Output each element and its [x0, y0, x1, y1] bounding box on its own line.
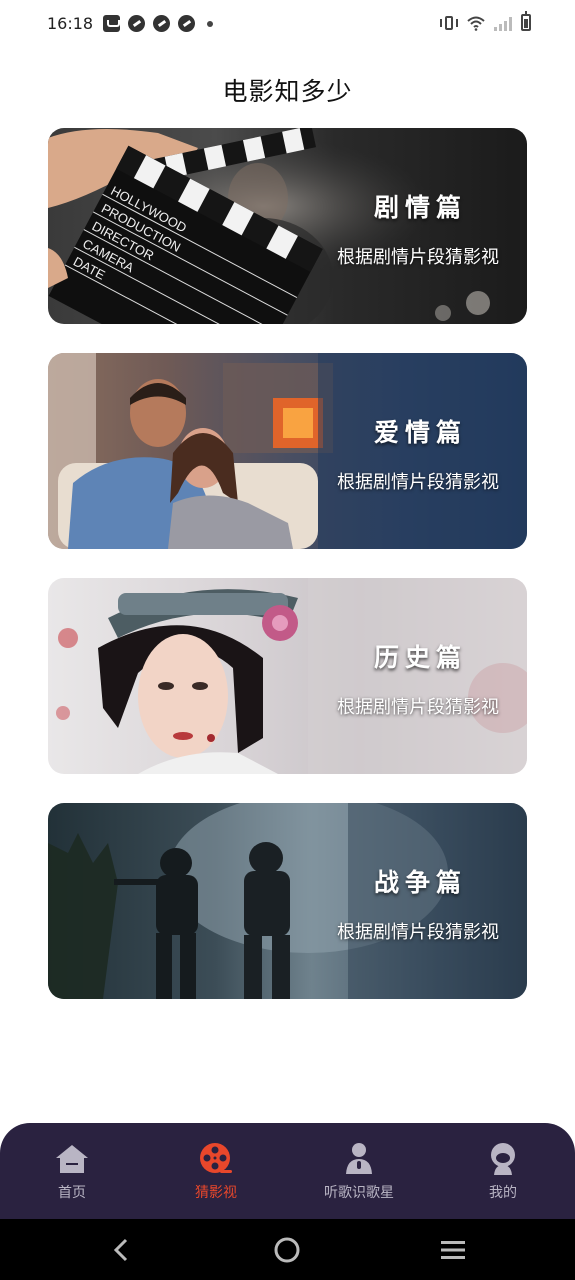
- card-subtitle: 根据剧情片段猜影视: [337, 922, 499, 943]
- home-icon: [56, 1145, 88, 1173]
- nav-item-profile[interactable]: 我的: [448, 1123, 558, 1219]
- app-icon: [178, 15, 195, 32]
- nav-label: 我的: [489, 1185, 517, 1201]
- system-navigation-bar: [0, 1219, 575, 1280]
- nav-item-home[interactable]: 首页: [17, 1123, 127, 1219]
- category-card-history[interactable]: 历史篇 根据剧情片段猜影视: [48, 578, 527, 774]
- category-card-romance[interactable]: 爱情篇 根据剧情片段猜影视: [48, 353, 527, 549]
- category-card-war[interactable]: 战争篇 根据剧情片段猜影视: [48, 803, 527, 999]
- bottom-navigation: 首页 猜影视 听歌识歌星 我的: [0, 1123, 575, 1219]
- category-card-drama[interactable]: HOLLYWOOD PRODUCTION DIRECTOR CAMERA DAT…: [48, 128, 527, 324]
- wifi-icon: [467, 16, 485, 31]
- signal-icon: [494, 15, 512, 31]
- home-circle-icon[interactable]: [272, 1235, 302, 1265]
- status-notification-icons: [103, 15, 213, 32]
- card-title: 战争篇: [373, 868, 467, 897]
- recents-icon[interactable]: [438, 1235, 468, 1265]
- back-icon[interactable]: [107, 1235, 137, 1265]
- history-card-image: [56, 578, 527, 774]
- card-subtitle: 根据剧情片段猜影视: [337, 472, 499, 493]
- nav-item-guess-movie[interactable]: 猜影视: [161, 1123, 271, 1219]
- status-time: 16:18: [47, 14, 94, 33]
- status-bar: 16:18: [0, 0, 575, 48]
- war-card-image: [48, 803, 527, 999]
- card-title: 爱情篇: [373, 418, 467, 447]
- more-dot-icon: [207, 20, 213, 27]
- battery-icon: [521, 11, 531, 31]
- notification-icon: [103, 15, 120, 32]
- status-system-icons: [440, 11, 531, 31]
- nav-label: 首页: [58, 1185, 86, 1201]
- drama-card-image: HOLLYWOOD PRODUCTION DIRECTOR CAMERA DAT…: [48, 128, 527, 324]
- card-title: 历史篇: [373, 643, 467, 672]
- nav-label: 猜影视: [195, 1185, 237, 1201]
- nav-item-identify-singer[interactable]: 听歌识歌星: [304, 1123, 414, 1219]
- profile-icon: [491, 1143, 515, 1175]
- film-reel-icon: [200, 1143, 232, 1173]
- romance-card-image: [48, 353, 527, 549]
- app-icon: [153, 15, 170, 32]
- singer-icon: [346, 1143, 372, 1174]
- card-title: 剧情篇: [373, 193, 467, 222]
- card-subtitle: 根据剧情片段猜影视: [337, 697, 499, 718]
- vibrate-icon: [440, 15, 458, 31]
- card-subtitle: 根据剧情片段猜影视: [337, 247, 499, 268]
- nav-label: 听歌识歌星: [324, 1185, 394, 1201]
- page-title: 电影知多少: [222, 77, 353, 106]
- app-icon: [128, 15, 145, 32]
